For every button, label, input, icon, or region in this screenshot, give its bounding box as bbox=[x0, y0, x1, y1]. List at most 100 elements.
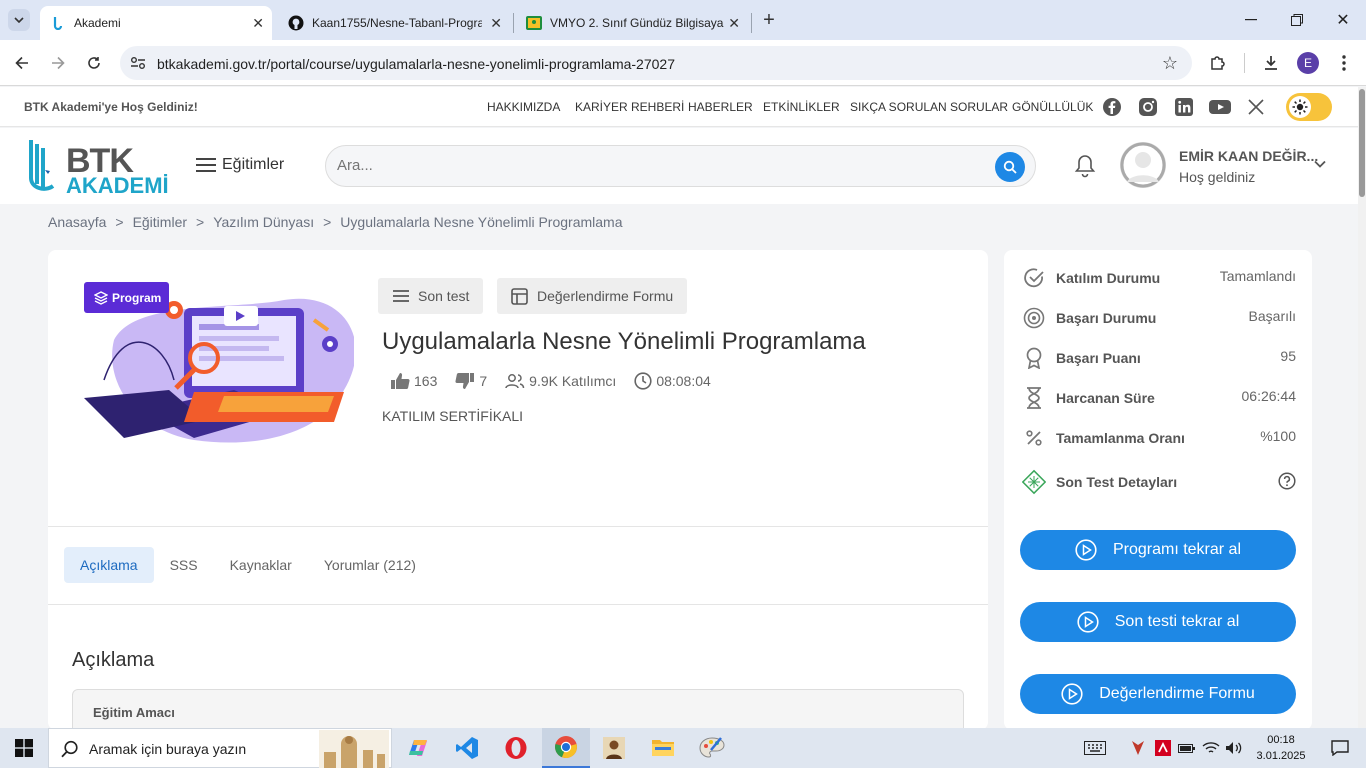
file-explorer-taskbar-icon[interactable] bbox=[639, 728, 687, 768]
evaluation-form-chip[interactable]: Değerlendirme Formu bbox=[497, 278, 688, 314]
status-value: 95 bbox=[1280, 348, 1296, 364]
github-icon bbox=[288, 15, 304, 31]
downloads-button[interactable] bbox=[1260, 52, 1282, 74]
close-window-button[interactable]: ✕ bbox=[1332, 9, 1354, 31]
amd-tray-icon[interactable] bbox=[1152, 728, 1174, 768]
last-test-chip[interactable]: Son test bbox=[378, 278, 484, 314]
forward-button[interactable] bbox=[47, 52, 69, 74]
volume-tray-icon[interactable] bbox=[1222, 728, 1246, 768]
award-icon bbox=[1022, 346, 1046, 370]
tab-kaynaklar[interactable]: Kaynaklar bbox=[214, 547, 308, 583]
course-card: Program Son test Değerlendirme Formu Uyg… bbox=[48, 250, 988, 749]
site-settings-icon[interactable] bbox=[130, 56, 146, 70]
taskbar-clock[interactable]: 00:18 3.01.2025 bbox=[1254, 732, 1308, 764]
breadcrumb-trainings[interactable]: Eğitimler bbox=[133, 214, 187, 230]
help-circle-icon[interactable] bbox=[1278, 472, 1296, 490]
evaluation-form-button[interactable]: Değerlendirme Formu bbox=[1020, 674, 1296, 714]
x-twitter-icon[interactable] bbox=[1246, 97, 1266, 117]
clock-date: 3.01.2025 bbox=[1256, 750, 1306, 762]
retake-program-button[interactable]: Programı tekrar al bbox=[1020, 530, 1296, 570]
close-tab-icon[interactable]: ✕ bbox=[728, 15, 740, 32]
browser-menu-button[interactable] bbox=[1333, 52, 1355, 74]
nav-sss[interactable]: SIKÇA SORULAN SORULAR bbox=[850, 100, 1008, 114]
search-highlight-image bbox=[319, 730, 389, 768]
tab-search-button[interactable] bbox=[8, 9, 30, 31]
site-header: BTK AKADEMİ Eğitimler EMİR KAAN DEĞİR...… bbox=[0, 128, 1358, 204]
trainings-menu-button[interactable]: Eğitimler bbox=[196, 156, 284, 174]
breadcrumb-home[interactable]: Anasayfa bbox=[48, 214, 106, 230]
youtube-icon[interactable] bbox=[1209, 97, 1231, 117]
clock-time: 00:18 bbox=[1267, 734, 1295, 746]
breadcrumb-current: Uygulamalarla Nesne Yönelimli Programlam… bbox=[340, 214, 623, 230]
target-icon bbox=[1022, 306, 1046, 330]
plus-icon: + bbox=[763, 8, 775, 31]
browser-tab-akademi[interactable]: Akademi ✕ bbox=[40, 6, 272, 40]
app-taskbar-icon[interactable] bbox=[590, 728, 638, 768]
tab-aciklama[interactable]: Açıklama bbox=[64, 547, 154, 583]
new-tab-button[interactable]: + bbox=[758, 9, 780, 31]
breadcrumb: Anasayfa > Eğitimler > Yazılım Dünyası >… bbox=[48, 214, 623, 230]
form-icon bbox=[511, 287, 528, 305]
sun-icon bbox=[1289, 96, 1311, 118]
antivirus-tray-icon[interactable] bbox=[1126, 728, 1150, 768]
linkedin-icon[interactable] bbox=[1174, 97, 1194, 117]
copilot-taskbar-icon[interactable] bbox=[394, 728, 442, 768]
tab-separator bbox=[513, 13, 514, 33]
tab-sss[interactable]: SSS bbox=[154, 547, 214, 583]
vscode-taskbar-icon[interactable] bbox=[443, 728, 491, 768]
paint-taskbar-icon[interactable] bbox=[688, 728, 736, 768]
user-avatar[interactable] bbox=[1120, 142, 1166, 188]
facebook-icon[interactable] bbox=[1102, 97, 1122, 117]
retake-last-test-button[interactable]: Son testi tekrar al bbox=[1020, 602, 1296, 642]
notification-bell-icon[interactable] bbox=[1074, 154, 1096, 178]
extensions-button[interactable] bbox=[1207, 52, 1229, 74]
instagram-icon[interactable] bbox=[1138, 97, 1158, 117]
browser-tab-bar: Akademi ✕ Kaan1755/Nesne-Tabanl-Progra ✕… bbox=[0, 0, 1366, 40]
keyboard-tray-icon[interactable] bbox=[1080, 728, 1110, 768]
notification-center-button[interactable] bbox=[1316, 728, 1364, 768]
theme-toggle[interactable] bbox=[1286, 93, 1332, 121]
training-goal-title: Eğitim Amacı bbox=[93, 705, 175, 720]
opera-taskbar-icon[interactable] bbox=[492, 728, 540, 768]
nav-gonulluluk[interactable]: GÖNÜLLÜLÜK bbox=[1012, 100, 1093, 114]
address-bar[interactable]: btkakademi.gov.tr/portal/course/uygulama… bbox=[120, 46, 1192, 80]
close-tab-icon[interactable]: ✕ bbox=[490, 15, 502, 32]
back-button[interactable] bbox=[11, 52, 33, 74]
likes-count: 163 bbox=[414, 373, 438, 389]
start-button[interactable] bbox=[0, 728, 48, 768]
user-name[interactable]: EMİR KAAN DEĞİR... bbox=[1179, 148, 1318, 164]
chrome-taskbar-icon[interactable] bbox=[542, 728, 590, 768]
likes-stat[interactable]: 163 bbox=[390, 372, 437, 390]
check-circle-icon bbox=[1022, 266, 1046, 290]
battery-tray-icon[interactable] bbox=[1176, 728, 1198, 768]
url-text[interactable]: btkakademi.gov.tr/portal/course/uygulama… bbox=[157, 56, 675, 72]
minimize-button[interactable] bbox=[1240, 9, 1262, 31]
browser-tab-vmyo[interactable]: VMYO 2. Sınıf Gündüz Bilgisaya ✕ bbox=[516, 6, 748, 40]
status-row-test-detaylari[interactable]: Son Test Detayları bbox=[1022, 468, 1296, 496]
restore-button[interactable] bbox=[1286, 9, 1308, 31]
dislikes-stat[interactable]: 7 bbox=[455, 372, 487, 390]
chevron-down-icon[interactable] bbox=[1314, 160, 1326, 168]
profile-avatar[interactable]: E bbox=[1297, 52, 1319, 74]
wifi-tray-icon[interactable] bbox=[1200, 728, 1222, 768]
page-scrollbar[interactable] bbox=[1358, 87, 1366, 728]
scrollbar-thumb[interactable] bbox=[1359, 89, 1365, 197]
btk-akademi-logo[interactable]: BTK AKADEMİ bbox=[28, 136, 173, 198]
search-button[interactable] bbox=[995, 152, 1025, 182]
status-row-basari: Başarı Durumu Başarılı bbox=[1022, 304, 1296, 332]
classroom-icon bbox=[526, 15, 542, 31]
taskbar-search[interactable]: Aramak için buraya yazın bbox=[48, 728, 392, 768]
nav-haberler[interactable]: HABERLER bbox=[688, 100, 753, 114]
status-label: Son Test Detayları bbox=[1056, 474, 1178, 490]
browser-tab-github[interactable]: Kaan1755/Nesne-Tabanl-Progra ✕ bbox=[278, 6, 510, 40]
nav-hakkimizda[interactable]: HAKKIMIZDA bbox=[487, 100, 560, 114]
breadcrumb-software-world[interactable]: Yazılım Dünyası bbox=[213, 214, 314, 230]
reload-button[interactable] bbox=[83, 52, 105, 74]
close-tab-icon[interactable]: ✕ bbox=[252, 15, 264, 32]
breadcrumb-separator: > bbox=[196, 214, 205, 230]
nav-kariyer-rehberi[interactable]: KARİYER REHBERİ bbox=[575, 100, 684, 114]
tab-yorumlar[interactable]: Yorumlar (212) bbox=[308, 547, 432, 583]
nav-etkinlikler[interactable]: ETKİNLİKLER bbox=[763, 100, 840, 114]
bookmark-star-icon[interactable]: ☆ bbox=[1162, 53, 1178, 74]
search-input[interactable] bbox=[337, 157, 937, 174]
